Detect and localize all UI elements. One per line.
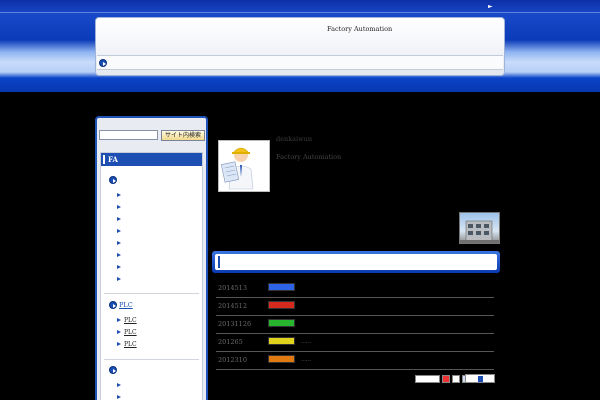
news-category-badge: [268, 301, 295, 309]
triangle-right-icon[interactable]: [117, 277, 121, 281]
news-date: 2014513: [218, 284, 247, 292]
triangle-right-icon[interactable]: [117, 253, 121, 257]
header-nav: [97, 55, 503, 70]
page-top-icon[interactable]: [465, 374, 495, 383]
profile-illustration: [218, 140, 270, 192]
building-photo: [459, 212, 500, 244]
category-plc-link[interactable]: PLC: [119, 301, 133, 309]
top-arrow-icon[interactable]: ►: [488, 3, 493, 10]
triangle-right-icon[interactable]: [117, 193, 121, 197]
triangle-right-icon[interactable]: [117, 330, 121, 334]
news-title-link[interactable]: ……: [301, 339, 311, 345]
sidebar-section-title: FA: [101, 153, 202, 166]
sidebar-menu: FA PLC PLC PLC PLC: [100, 152, 203, 400]
divider: [104, 359, 199, 360]
plc-item-link[interactable]: PLC: [124, 317, 137, 324]
category-bullet-icon[interactable]: [109, 176, 117, 184]
news-category-badge: [268, 355, 295, 363]
news-date: 201265: [218, 338, 243, 346]
news-title-link[interactable]: ……: [301, 357, 311, 363]
site-title[interactable]: Factory Automation: [327, 25, 392, 33]
search-input[interactable]: [99, 130, 158, 140]
news-category-badge: [268, 337, 295, 345]
circle-arrow-icon[interactable]: [99, 59, 107, 67]
news-row[interactable]: 20131126: [216, 316, 494, 334]
triangle-right-icon[interactable]: [117, 205, 121, 209]
news-date: 20131126: [218, 320, 252, 328]
news-section-header: [212, 251, 500, 273]
header-panel: Factory Automation: [95, 17, 505, 76]
triangle-right-icon[interactable]: [117, 395, 121, 399]
triangle-right-icon[interactable]: [117, 342, 121, 346]
triangle-right-icon[interactable]: [117, 217, 121, 221]
search-button[interactable]: サイト内検索: [161, 130, 205, 141]
news-row[interactable]: 2012310 ……: [216, 352, 494, 370]
news-date: 2012310: [218, 356, 247, 364]
plc-item-link[interactable]: PLC: [124, 329, 137, 336]
category-bullet-icon[interactable]: [109, 301, 117, 309]
news-row[interactable]: 2014512: [216, 298, 494, 316]
footer-badges: [415, 374, 470, 383]
triangle-right-icon[interactable]: [117, 229, 121, 233]
news-category-badge: [268, 319, 295, 327]
news-row[interactable]: 2014513: [216, 280, 494, 298]
edit-icon[interactable]: [452, 374, 460, 383]
share-icon[interactable]: [442, 374, 450, 383]
news-date: 2014512: [218, 302, 247, 310]
bookmark-badge-icon[interactable]: [415, 374, 440, 383]
author-name[interactable]: denkaiwun: [276, 135, 312, 143]
news-category-badge: [268, 283, 295, 291]
triangle-right-icon[interactable]: [117, 318, 121, 322]
plc-item-link[interactable]: PLC: [124, 341, 137, 348]
divider: [104, 293, 199, 294]
news-section-header-inner: [215, 254, 497, 270]
triangle-right-icon[interactable]: [117, 241, 121, 245]
triangle-right-icon[interactable]: [117, 383, 121, 387]
header-topline: [0, 12, 600, 13]
news-row[interactable]: 201265 ……: [216, 334, 494, 352]
category-bullet-icon[interactable]: [109, 366, 117, 374]
sidebar: サイト内検索 FA PLC PLC PLC PLC: [95, 116, 208, 400]
triangle-right-icon[interactable]: [117, 265, 121, 269]
author-description: Factory Automation: [276, 153, 342, 161]
